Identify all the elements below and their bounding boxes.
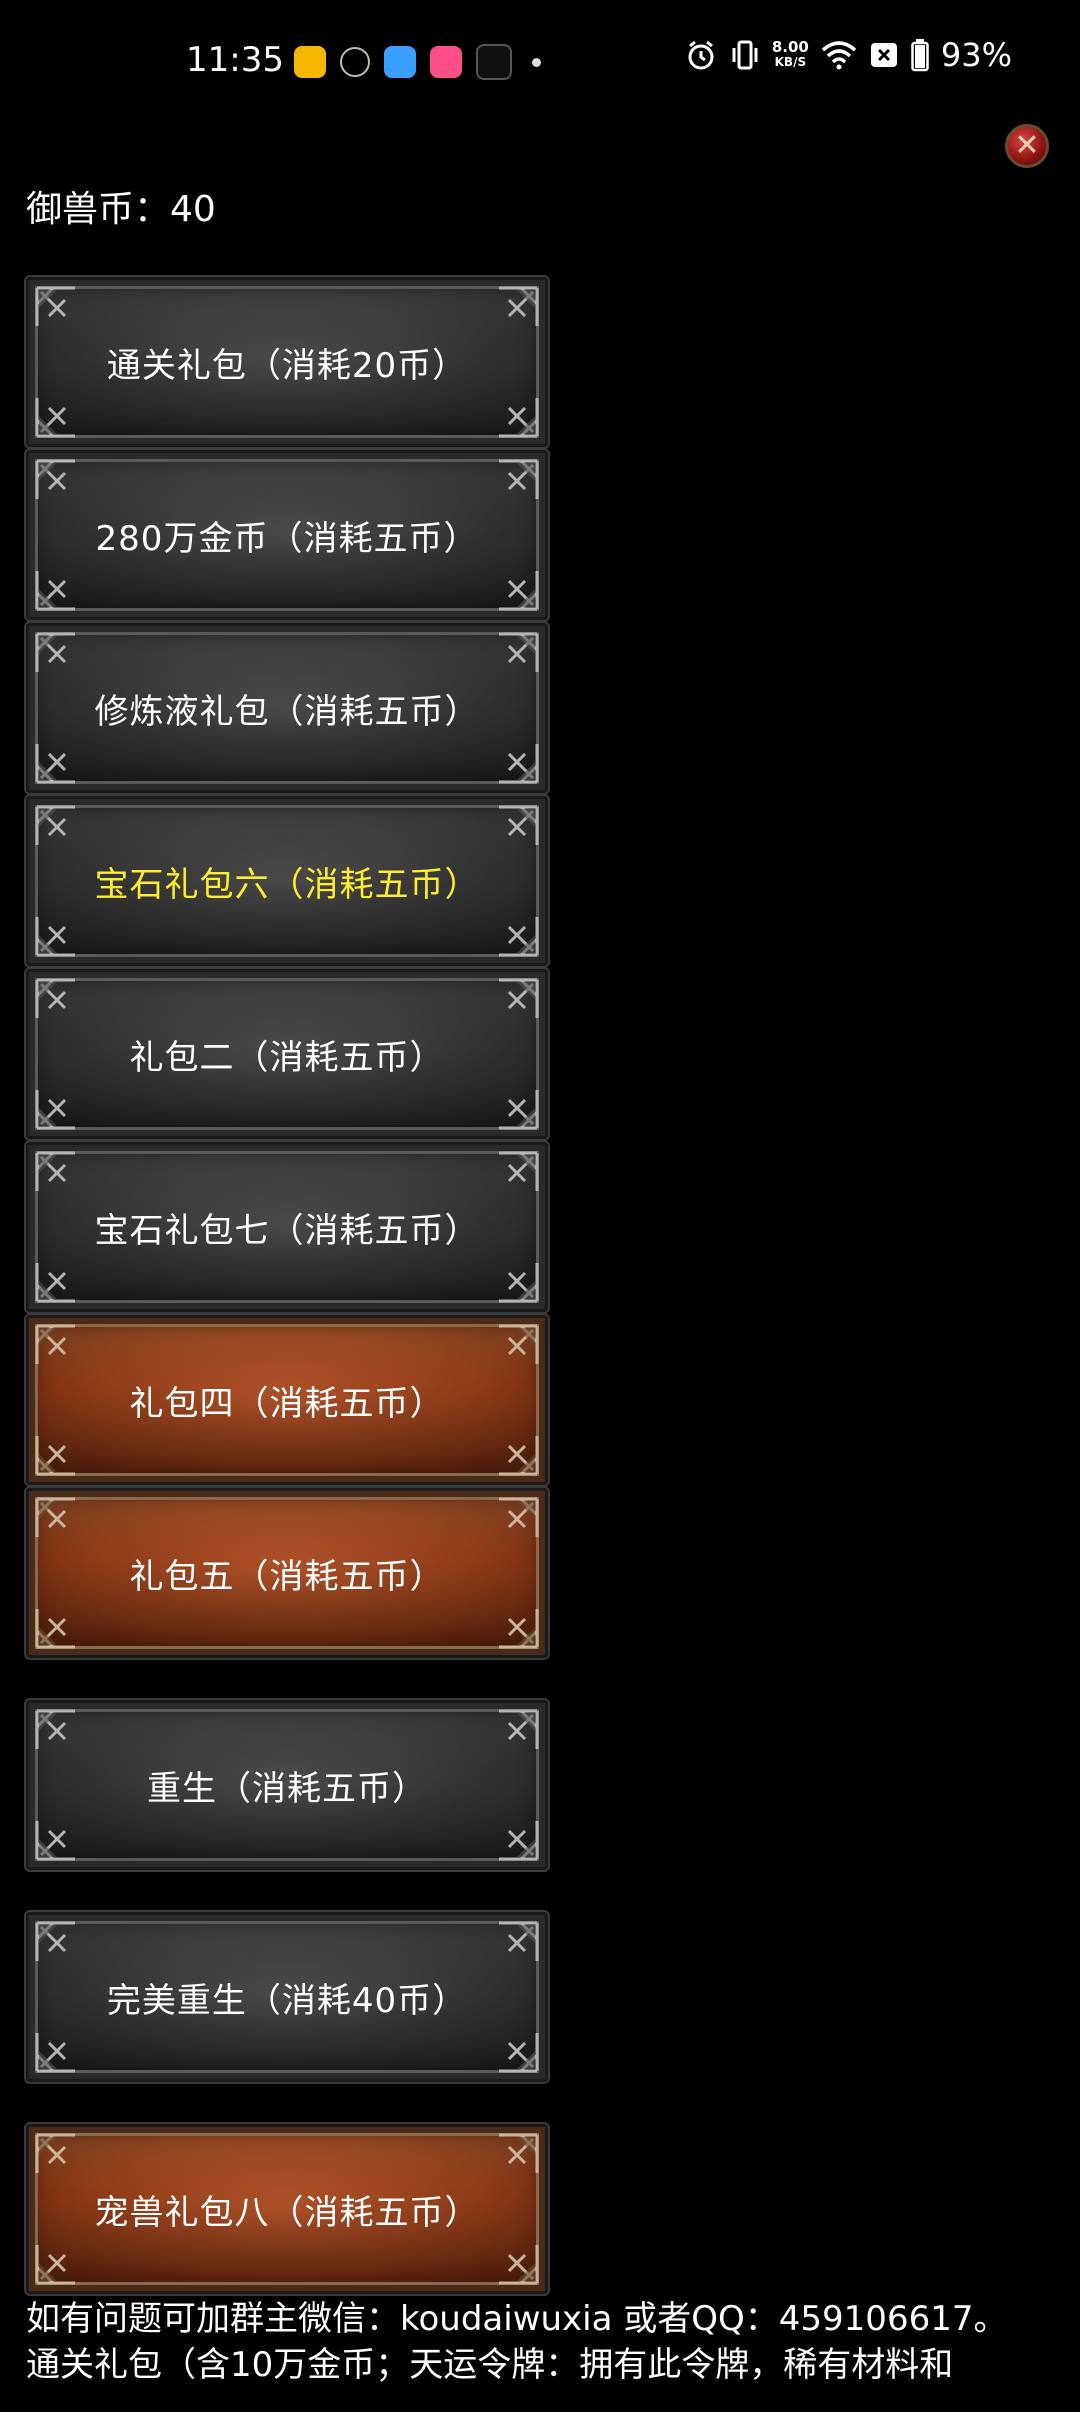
wifi-icon: [821, 41, 857, 70]
shop-button-label: 礼包五（消耗五币）: [129, 1556, 445, 1597]
net-speed-value: 8.00: [771, 38, 809, 56]
shop-button-3[interactable]: 修炼液礼包（消耗五币）: [24, 621, 550, 795]
footer-info: 如有问题可加群主微信：koudaiwuxia 或者QQ：459106617。 通…: [26, 2296, 1066, 2388]
button-corner-ornament-icon: [483, 1709, 539, 1765]
network-speed: 8.00 KB/S: [772, 40, 809, 70]
shop-button-label: 通关礼包（消耗20币）: [106, 345, 468, 386]
shop-button-label: 宝石礼包七（消耗五币）: [94, 1210, 480, 1251]
button-corner-ornament-icon: [35, 901, 91, 957]
shop-button-label: 礼包二（消耗五币）: [129, 1037, 445, 1078]
button-corner-ornament-icon: [483, 1420, 539, 1476]
shop-button-label: 重生（消耗五币）: [147, 1768, 427, 1809]
app-yellow-icon: [294, 46, 326, 78]
button-corner-ornament-icon: [483, 286, 539, 342]
button-corner-ornament-icon: [35, 728, 91, 784]
status-time: 11:35: [186, 40, 284, 80]
vibrate-icon: [732, 40, 758, 70]
shop-button-1[interactable]: 通关礼包（消耗20币）: [24, 275, 550, 449]
shop-button-8[interactable]: 礼包五（消耗五币）: [24, 1486, 550, 1660]
net-speed-unit: KB/S: [774, 55, 807, 69]
button-corner-ornament-icon: [483, 632, 539, 688]
shop-button-11[interactable]: 宠兽礼包八（消耗五币）: [24, 2122, 550, 2296]
button-corner-ornament-icon: [35, 1593, 91, 1649]
shop-button-6[interactable]: 宝石礼包七（消耗五币）: [24, 1140, 550, 1314]
shop-button-4[interactable]: 宝石礼包六（消耗五币）: [24, 794, 550, 968]
alarm-icon: [688, 40, 714, 70]
button-corner-ornament-icon: [35, 1151, 91, 1207]
shop-button-9[interactable]: 重生（消耗五币）: [24, 1698, 550, 1872]
button-corner-ornament-icon: [35, 632, 91, 688]
status-right: 8.00 KB/S 93%: [684, 36, 1012, 74]
button-corner-ornament-icon: [35, 2133, 91, 2189]
button-corner-ornament-icon: [483, 2017, 539, 2073]
button-corner-ornament-icon: [483, 2133, 539, 2189]
button-corner-ornament-icon: [483, 805, 539, 861]
button-corner-ornament-icon: [483, 2229, 539, 2285]
button-corner-ornament-icon: [483, 459, 539, 515]
shop-button-label: 礼包四（消耗五币）: [129, 1383, 445, 1424]
sim-off-icon: [870, 43, 897, 67]
button-corner-ornament-icon: [35, 1805, 91, 1861]
shop-button-label: 280万金币（消耗五币）: [95, 518, 479, 559]
button-corner-ornament-icon: [35, 1420, 91, 1476]
button-corner-ornament-icon: [483, 1151, 539, 1207]
shop-button-2[interactable]: 280万金币（消耗五币）: [24, 448, 550, 622]
button-corner-ornament-icon: [483, 901, 539, 957]
button-corner-ornament-icon: [35, 978, 91, 1034]
currency-label: 御兽币：: [26, 189, 171, 230]
battery-icon: [911, 39, 929, 72]
shop-button-5[interactable]: 礼包二（消耗五币）: [24, 967, 550, 1141]
currency-value: 40: [170, 189, 216, 230]
status-bar: 11:35 8.00 KB/S 93%: [0, 0, 1080, 124]
button-corner-ornament-icon: [483, 728, 539, 784]
shop-button-label: 宝石礼包六（消耗五币）: [94, 864, 480, 905]
app-blue-icon: [384, 46, 416, 78]
button-corner-ornament-icon: [35, 2017, 91, 2073]
notification-icons: [294, 44, 541, 80]
currency-display: 御兽币：40: [26, 180, 216, 232]
button-corner-ornament-icon: [35, 382, 91, 438]
button-corner-ornament-icon: [483, 1247, 539, 1303]
button-corner-ornament-icon: [35, 459, 91, 515]
button-corner-ornament-icon: [483, 1921, 539, 1977]
button-corner-ornament-icon: [35, 1324, 91, 1380]
footer-contact-text: 如有问题可加群主微信：koudaiwuxia 或者QQ：459106617。: [26, 2299, 1008, 2339]
button-corner-ornament-icon: [483, 978, 539, 1034]
button-corner-ornament-icon: [483, 1805, 539, 1861]
button-corner-ornament-icon: [483, 1593, 539, 1649]
button-corner-ornament-icon: [483, 1074, 539, 1130]
button-corner-ornament-icon: [483, 555, 539, 611]
close-icon: ✕: [1014, 128, 1040, 163]
button-corner-ornament-icon: [483, 1497, 539, 1553]
close-button[interactable]: ✕: [1005, 124, 1049, 168]
footer-description-text: 通关礼包（含10万金币；天运令牌：拥有此令牌，稀有材料和: [26, 2345, 954, 2385]
app-swirl-icon: [340, 47, 370, 77]
button-corner-ornament-icon: [35, 805, 91, 861]
button-corner-ornament-icon: [35, 1074, 91, 1130]
battery-percent: 93%: [940, 36, 1012, 74]
tiktok-icon: [476, 44, 512, 80]
more-notifications-dot: [532, 57, 541, 67]
button-corner-ornament-icon: [483, 1324, 539, 1380]
shop-button-label: 宠兽礼包八（消耗五币）: [94, 2192, 480, 2233]
button-corner-ornament-icon: [35, 555, 91, 611]
app-pink-icon: [430, 46, 462, 78]
shop-button-7[interactable]: 礼包四（消耗五币）: [24, 1313, 550, 1487]
button-corner-ornament-icon: [35, 2229, 91, 2285]
shop-button-10[interactable]: 完美重生（消耗40币）: [24, 1910, 550, 2084]
button-corner-ornament-icon: [35, 1497, 91, 1553]
button-corner-ornament-icon: [35, 1709, 91, 1765]
shop-button-label: 修炼液礼包（消耗五币）: [94, 691, 480, 732]
button-corner-ornament-icon: [35, 286, 91, 342]
button-corner-ornament-icon: [483, 382, 539, 438]
button-corner-ornament-icon: [35, 1247, 91, 1303]
button-corner-ornament-icon: [35, 1921, 91, 1977]
shop-button-label: 完美重生（消耗40币）: [106, 1980, 468, 2021]
